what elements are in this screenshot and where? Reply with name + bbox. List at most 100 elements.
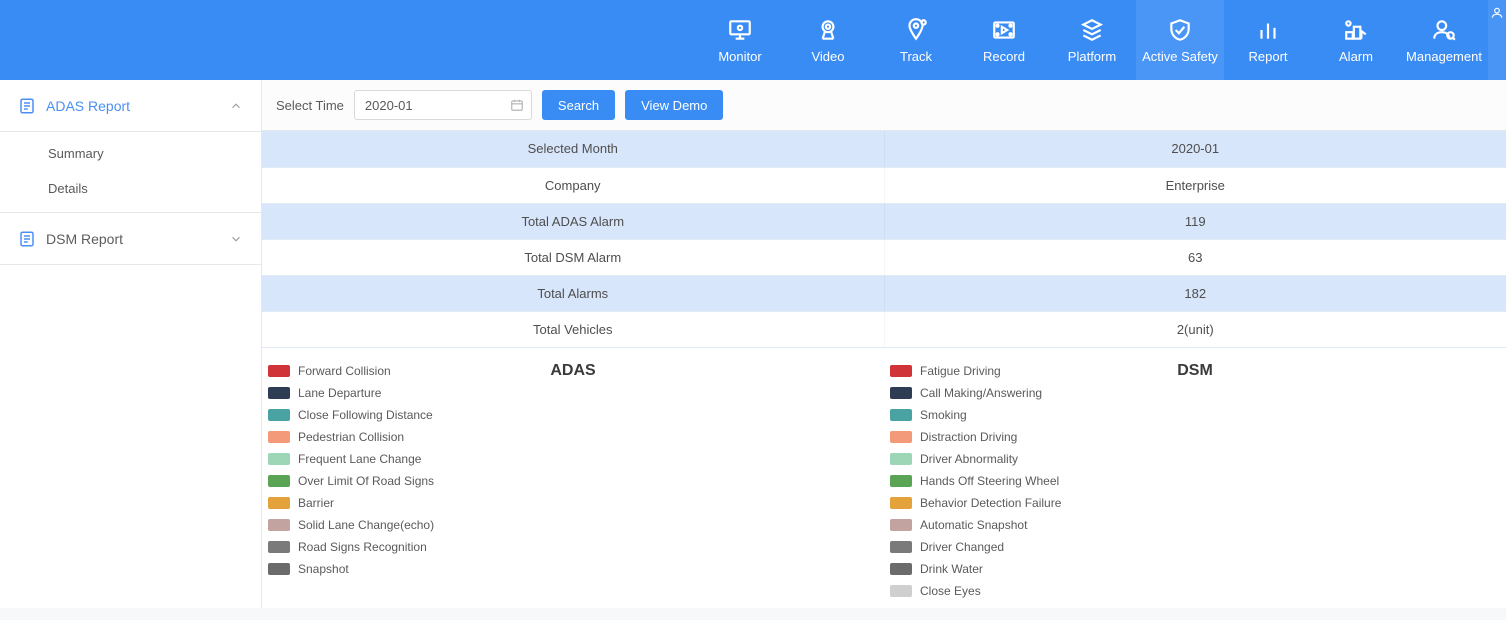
summary-value: 182: [884, 275, 1506, 311]
summary-row: Total Alarms182: [262, 275, 1506, 311]
nav-track[interactable]: Track: [872, 0, 960, 80]
legend-swatch: [890, 563, 912, 575]
legend-label: Driver Abnormality: [920, 452, 1018, 466]
legend-item[interactable]: Over Limit Of Road Signs: [268, 472, 884, 490]
report-icon: [18, 230, 36, 248]
legend-swatch: [890, 519, 912, 531]
legend-adas: ADAS Forward CollisionLane DepartureClos…: [262, 362, 884, 600]
legend-item[interactable]: Snapshot: [268, 560, 884, 578]
month-picker[interactable]: [354, 90, 532, 120]
legends-row: ADAS Forward CollisionLane DepartureClos…: [262, 348, 1506, 620]
legend-item[interactable]: Forward Collision: [268, 362, 884, 380]
legend-label: Automatic Snapshot: [920, 518, 1027, 532]
alarm-icon: [1343, 17, 1369, 43]
legend-item[interactable]: Smoking: [890, 406, 1506, 424]
legend-swatch: [890, 585, 912, 597]
platform-icon: [1079, 17, 1105, 43]
legend-item[interactable]: Hands Off Steering Wheel: [890, 472, 1506, 490]
nav-report-label: Report: [1248, 49, 1287, 64]
month-input[interactable]: [354, 90, 532, 120]
summary-row: Total Vehicles2(unit): [262, 311, 1506, 347]
summary-label: Total DSM Alarm: [262, 239, 884, 275]
legend-swatch: [890, 541, 912, 553]
legend-swatch: [890, 409, 912, 421]
nav-monitor[interactable]: Monitor: [696, 0, 784, 80]
nav-alarm[interactable]: Alarm: [1312, 0, 1400, 80]
legend-swatch: [268, 387, 290, 399]
legend-swatch: [890, 453, 912, 465]
legend-label: Smoking: [920, 408, 967, 422]
legend-label: Road Signs Recognition: [298, 540, 427, 554]
legend-item[interactable]: Automatic Snapshot: [890, 516, 1506, 534]
legend-swatch: [890, 365, 912, 377]
legend-swatch: [268, 431, 290, 443]
app-header: MonitorVideoTrack Record Platform Active Sa…: [0, 0, 1506, 80]
legend-swatch: [268, 497, 290, 509]
report-icon: [18, 97, 36, 115]
legend-item[interactable]: Call Making/Answering: [890, 384, 1506, 402]
legend-adas-list: Forward Collision Lane Departure Close Fol…: [268, 362, 884, 578]
legend-item[interactable]: Close Following Distance: [268, 406, 884, 424]
sidebar-group-dsm[interactable]: DSM Report: [0, 213, 261, 265]
legend-item[interactable]: Barrier: [268, 494, 884, 512]
report-icon: [1255, 17, 1281, 43]
summary-label: Total Alarms: [262, 275, 884, 311]
nav-record[interactable]: Record: [960, 0, 1048, 80]
nav-management[interactable]: Management: [1400, 0, 1488, 80]
legend-label: Close Following Distance: [298, 408, 433, 422]
search-button[interactable]: Search: [542, 90, 615, 120]
legend-label: Call Making/Answering: [920, 386, 1042, 400]
legend-item[interactable]: Frequent Lane Change: [268, 450, 884, 468]
legend-swatch: [890, 497, 912, 509]
sidebar-item-details[interactable]: Details: [0, 171, 261, 206]
legend-label: Frequent Lane Change: [298, 452, 421, 466]
user-menu-button[interactable]: [1488, 0, 1506, 80]
sidebar-group-adas[interactable]: ADAS Report: [0, 80, 261, 132]
legend-swatch: [268, 365, 290, 377]
summary-label: Company: [262, 167, 884, 203]
nav-report[interactable]: Report: [1224, 0, 1312, 80]
chevron-down-icon: [229, 232, 243, 246]
legend-label: Close Eyes: [920, 584, 981, 598]
legend-swatch: [890, 387, 912, 399]
nav-active-safety[interactable]: Active Safety: [1136, 0, 1224, 80]
summary-row: Total DSM Alarm63: [262, 239, 1506, 275]
legend-item[interactable]: Pedestrian Collision: [268, 428, 884, 446]
legend-item[interactable]: Close Eyes: [890, 582, 1506, 600]
legend-label: Lane Departure: [298, 386, 381, 400]
nav-platform[interactable]: Platform: [1048, 0, 1136, 80]
legend-label: Snapshot: [298, 562, 349, 576]
legend-item[interactable]: Fatigue Driving: [890, 362, 1506, 380]
summary-label: Selected Month: [262, 131, 884, 167]
view-demo-button[interactable]: View Demo: [625, 90, 723, 120]
monitor-icon: [727, 17, 753, 43]
legend-swatch: [890, 431, 912, 443]
legend-item[interactable]: Driver Abnormality: [890, 450, 1506, 468]
legend-label: Fatigue Driving: [920, 364, 1001, 378]
top-nav: MonitorVideoTrack Record Platform Active Sa…: [696, 0, 1488, 80]
nav-video[interactable]: Video: [784, 0, 872, 80]
nav-platform-label: Platform: [1068, 49, 1116, 64]
legend-label: Drink Water: [920, 562, 983, 576]
legend-swatch: [268, 563, 290, 575]
legend-item[interactable]: Drink Water: [890, 560, 1506, 578]
legend-item[interactable]: Solid Lane Change(echo): [268, 516, 884, 534]
user-icon: [1490, 6, 1504, 23]
sidebar-group-adas-items: Summary Details: [0, 132, 261, 213]
record-icon: [991, 17, 1017, 43]
toolbar: Select Time Search View Demo: [262, 80, 1506, 131]
legend-label: Pedestrian Collision: [298, 430, 404, 444]
legend-item[interactable]: Lane Departure: [268, 384, 884, 402]
legend-item[interactable]: Driver Changed: [890, 538, 1506, 556]
sidebar: ADAS Report Summary Details DSM Report: [0, 80, 262, 608]
legend-item[interactable]: Behavior Detection Failure: [890, 494, 1506, 512]
active-safety-icon: [1167, 17, 1193, 43]
summary-value: 2020-01: [884, 131, 1506, 167]
main-content: Select Time Search View Demo Selected Mo…: [262, 80, 1506, 608]
legend-item[interactable]: Road Signs Recognition: [268, 538, 884, 556]
legend-label: Distraction Driving: [920, 430, 1017, 444]
nav-record-label: Record: [983, 49, 1025, 64]
legend-item[interactable]: Distraction Driving: [890, 428, 1506, 446]
summary-value: Enterprise: [884, 167, 1506, 203]
sidebar-item-summary[interactable]: Summary: [0, 136, 261, 171]
